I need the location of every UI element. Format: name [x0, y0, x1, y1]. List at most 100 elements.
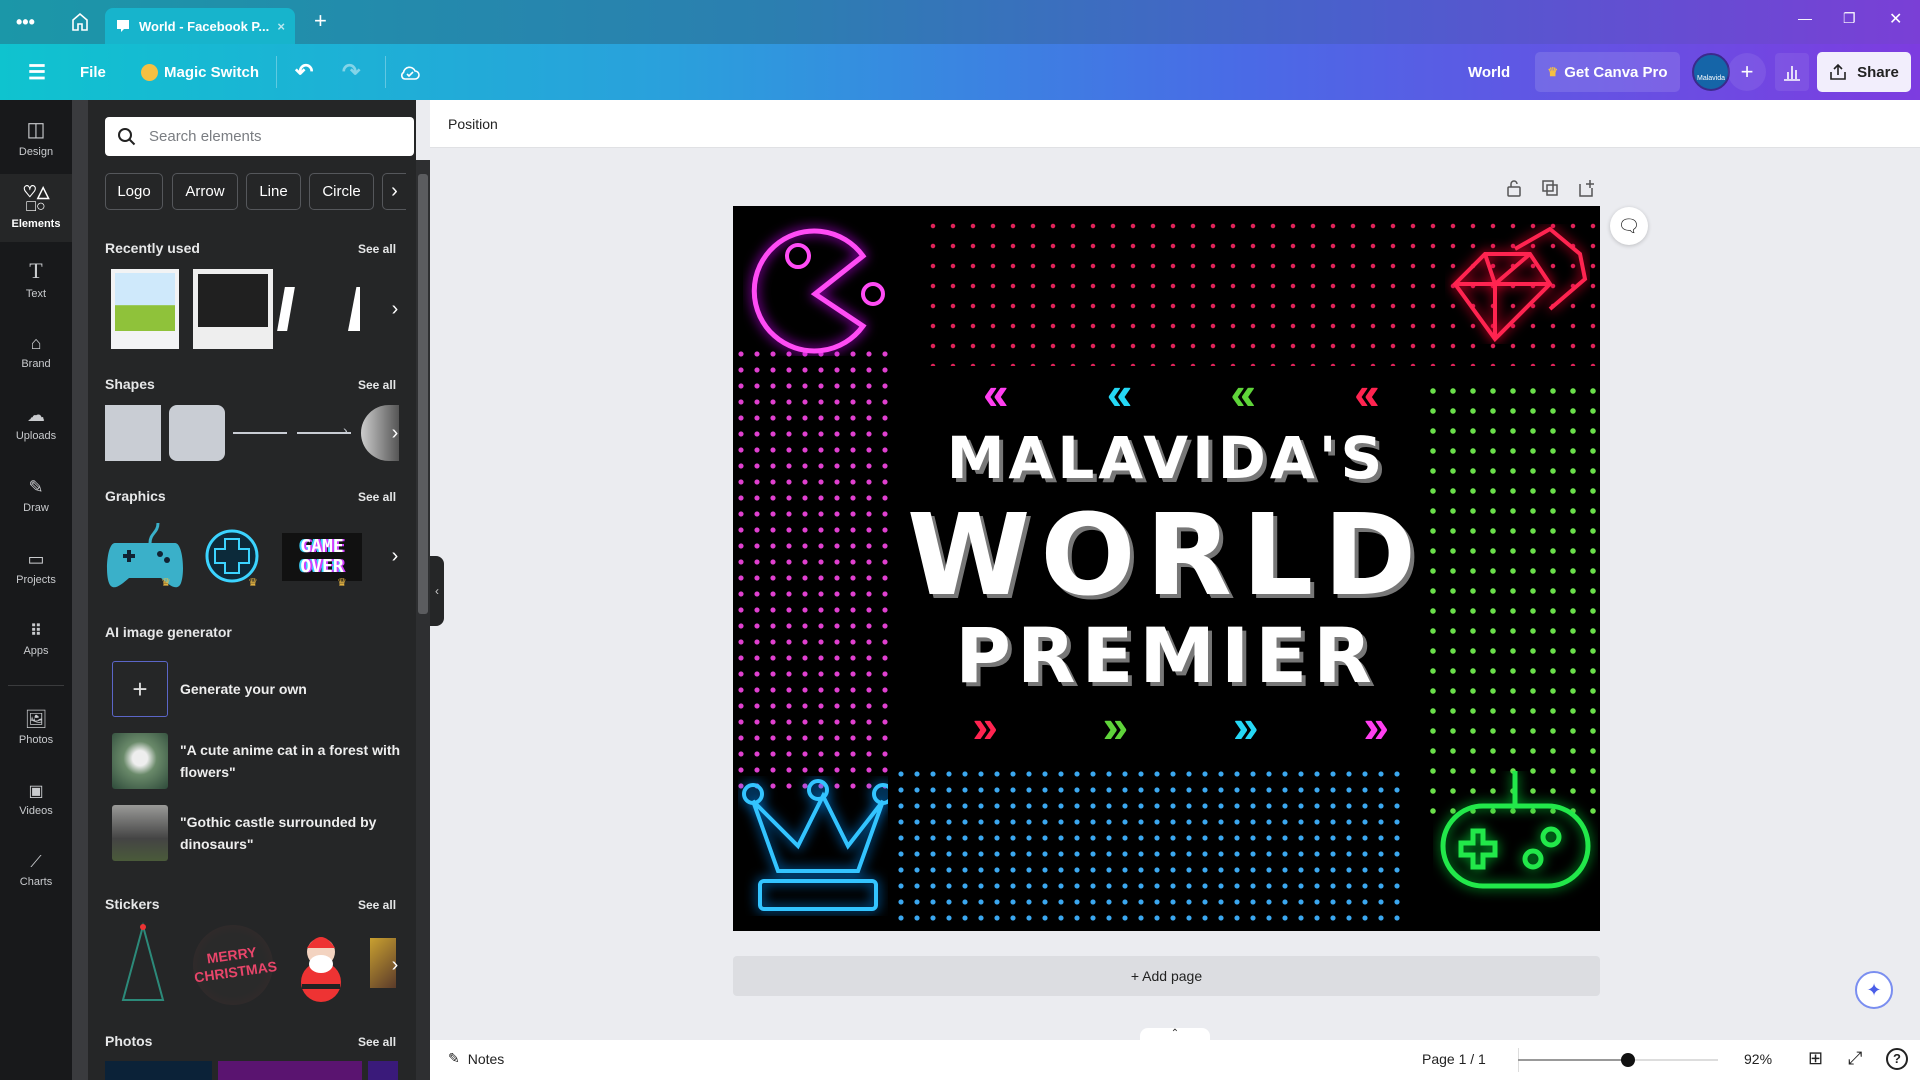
shape-square[interactable]	[105, 405, 161, 461]
ai-prompt-castle[interactable]: "Gothic castle surrounded by dinosaurs"	[112, 805, 402, 861]
minimize-icon[interactable]: —	[1798, 10, 1812, 26]
video-icon: ▣	[28, 783, 44, 800]
notes-button[interactable]: ✎ Notes	[448, 1050, 504, 1067]
rail-item-apps[interactable]: ⠿ Apps	[0, 606, 72, 672]
show-pages-toggle[interactable]: ⌃	[1140, 1028, 1210, 1040]
see-all-photos[interactable]: See all	[358, 1035, 396, 1049]
chip-circle[interactable]: Circle	[309, 173, 374, 210]
canvas-vertical-scrollbar[interactable]	[1908, 148, 1920, 1028]
design-title-line2[interactable]: WORLD	[733, 491, 1600, 621]
rail-item-photos[interactable]: 🖼︎ Photos	[0, 694, 72, 760]
rail-item-text[interactable]: T Text	[0, 246, 72, 312]
design-name[interactable]: World	[1468, 44, 1510, 100]
chip-logo[interactable]: Logo	[105, 173, 163, 210]
chip-arrow[interactable]: Arrow	[172, 173, 238, 210]
game-over-graphic[interactable]: GAME OVER	[282, 533, 362, 581]
recent-item-polaroid[interactable]	[193, 269, 273, 349]
christmas-tree-sticker[interactable]	[117, 922, 169, 1006]
menu-icon[interactable]: ☰	[28, 44, 46, 100]
avatar[interactable]: Malavida	[1692, 53, 1730, 91]
position-button[interactable]: Position	[448, 116, 498, 132]
bar-chart-icon	[1784, 66, 1800, 81]
generate-your-own-button[interactable]: + Generate your own	[112, 661, 307, 717]
zoom-level[interactable]: 92%	[1744, 1051, 1772, 1067]
photo-thumbnail[interactable]	[218, 1061, 362, 1080]
magic-switch-button[interactable]: Magic Switch	[141, 44, 259, 100]
see-all-recent[interactable]: See all	[358, 242, 396, 256]
upload-cloud-icon: ☁	[27, 404, 45, 425]
redo-icon[interactable]: ↷	[342, 44, 360, 100]
insights-button[interactable]	[1775, 53, 1809, 91]
share-label: Share	[1857, 63, 1899, 81]
scrollbar-thumb[interactable]	[418, 174, 428, 614]
rail-scrollbar[interactable]	[72, 100, 88, 1080]
duplicate-page-icon[interactable]	[1540, 178, 1560, 198]
pro-crown-icon: ♛	[337, 577, 347, 589]
see-all-graphics[interactable]: See all	[358, 490, 396, 504]
panel-scrollbar[interactable]	[416, 160, 430, 1080]
help-icon[interactable]: ?	[1886, 1048, 1908, 1070]
rail-item-videos[interactable]: ▣ Videos	[0, 766, 72, 832]
rail-item-projects[interactable]: ▭ Projects	[0, 534, 72, 600]
browser-tab-active[interactable]: World - Facebook P... ×	[105, 8, 295, 44]
recent-item-photo-frame[interactable]	[111, 269, 179, 349]
shape-rounded-square[interactable]	[169, 405, 225, 461]
santa-sticker[interactable]	[296, 926, 346, 1006]
share-button[interactable]: Share	[1817, 52, 1911, 92]
chip-line[interactable]: Line	[246, 173, 301, 210]
undo-icon[interactable]: ↶	[295, 44, 313, 100]
see-all-shapes[interactable]: See all	[358, 378, 396, 392]
chips-next-button[interactable]: ›	[382, 173, 406, 210]
new-tab-button[interactable]: +	[314, 8, 327, 34]
lock-icon[interactable]	[1504, 178, 1524, 198]
close-tab-icon[interactable]: ×	[277, 19, 285, 34]
zoom-slider[interactable]	[1518, 1053, 1718, 1067]
magic-assistant-button[interactable]: ✦	[1855, 971, 1893, 1009]
page-indicator[interactable]: Page 1 / 1	[1422, 1051, 1486, 1067]
chip-label: Arrow	[185, 183, 225, 200]
grid-view-icon[interactable]: ⊞	[1808, 1048, 1823, 1069]
zoom-slider-handle[interactable]	[1621, 1053, 1635, 1067]
shapes-next-icon[interactable]: ›	[384, 418, 406, 448]
tab-title: World - Facebook P...	[139, 18, 270, 34]
gamepad-graphic[interactable]	[105, 518, 185, 593]
add-page-icon[interactable]	[1576, 178, 1596, 198]
restore-icon[interactable]: ❐	[1843, 10, 1856, 27]
add-collaborator-button[interactable]: +	[1728, 53, 1766, 91]
graphics-next-icon[interactable]: ›	[384, 541, 406, 571]
cloud-saved-icon[interactable]	[398, 60, 422, 84]
ai-prompt-cat[interactable]: "A cute anime cat in a forest with flowe…	[112, 733, 402, 789]
photo-thumbnail[interactable]	[368, 1061, 398, 1080]
file-menu[interactable]: File	[80, 44, 106, 100]
close-window-icon[interactable]: ✕	[1889, 9, 1902, 29]
photo-thumbnail[interactable]	[105, 1061, 212, 1080]
get-pro-label: Get Canva Pro	[1564, 63, 1668, 81]
rail-item-design[interactable]: ◫ Design	[0, 104, 72, 170]
add-comment-button[interactable]: 🗨︎	[1610, 207, 1648, 245]
side-rail: ◫ Design ♡△ □○ Elements T Text ⌂ Brand ☁ Uploa…	[0, 100, 72, 1080]
see-all-stickers[interactable]: See all	[358, 898, 396, 912]
fullscreen-icon[interactable]: ⤢	[1848, 1048, 1862, 1069]
design-canvas[interactable]: «‹ «‹ «‹ «‹ MALAVIDA'S WORLD PREMIER ›» ›» ›»…	[733, 206, 1600, 931]
add-page-button[interactable]: + Add page	[733, 956, 1600, 996]
stickers-next-icon[interactable]: ›	[384, 950, 406, 980]
collapse-panel-handle[interactable]: ‹	[430, 556, 444, 626]
rail-item-charts[interactable]: ⟋ Charts	[0, 838, 72, 904]
shape-line[interactable]	[233, 432, 287, 434]
rail-item-uploads[interactable]: ☁ Uploads	[0, 390, 72, 456]
rail-item-brand[interactable]: ⌂ Brand	[0, 318, 72, 384]
rail-item-elements[interactable]: ♡△ □○ Elements	[0, 174, 72, 242]
recent-next-icon[interactable]: ›	[384, 294, 406, 324]
ai-item-label: Generate your own	[180, 681, 307, 697]
shapes-icon: ♡△ □○	[22, 184, 50, 215]
design-title-line1[interactable]: MALAVIDA'S	[733, 424, 1600, 492]
design-title-line3[interactable]: PREMIER	[733, 611, 1600, 700]
rail-item-draw[interactable]: ✎ Draw	[0, 462, 72, 528]
comment-plus-icon: 🗨︎	[1617, 215, 1641, 236]
search-elements-input[interactable]: Search elements	[105, 117, 414, 156]
neon-pacman-icon	[751, 228, 885, 354]
get-canva-pro-button[interactable]: ♛ Get Canva Pro	[1535, 52, 1680, 92]
home-icon[interactable]	[70, 12, 90, 32]
more-dots-icon[interactable]: •••	[16, 12, 35, 33]
neon-gem-icon	[1452, 226, 1588, 343]
